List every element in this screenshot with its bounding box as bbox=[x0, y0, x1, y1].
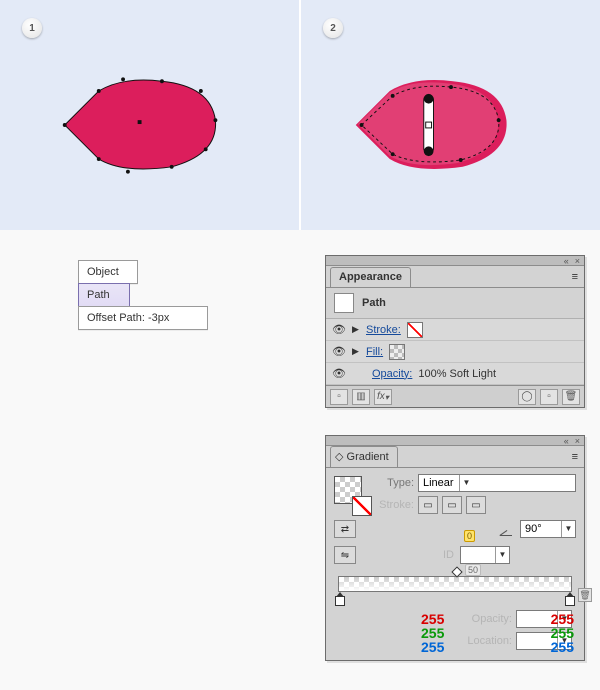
type-label: Type: bbox=[376, 477, 414, 489]
gradient-stop-right[interactable] bbox=[565, 592, 575, 604]
step-badge-2: 2 bbox=[323, 18, 343, 38]
opacity-value: 100% Soft Light bbox=[418, 368, 496, 380]
collapse-icon[interactable]: « bbox=[564, 436, 569, 446]
rgb-right-stop: 255 255 255 bbox=[551, 612, 574, 654]
gradient-stop-left[interactable] bbox=[335, 592, 345, 604]
appearance-tabbar: Appearance ≡ bbox=[326, 266, 584, 288]
panel-controls: « × bbox=[326, 256, 584, 266]
artboard-2[interactable]: 2 bbox=[301, 0, 600, 230]
tab-appearance[interactable]: Appearance bbox=[330, 267, 411, 287]
midpoint-badge: 50 bbox=[465, 564, 481, 576]
artboard-row: 1 2 bbox=[0, 0, 600, 230]
aspect-field[interactable]: 0 ▼ 50 bbox=[460, 546, 510, 564]
clear-button[interactable]: ◯ bbox=[518, 389, 536, 405]
chevron-down-icon[interactable]: ▼ bbox=[459, 475, 473, 491]
chevron-down-icon[interactable]: ▼ bbox=[561, 521, 575, 537]
duplicate-button[interactable]: ▫ bbox=[540, 389, 558, 405]
opacity-label: Opacity: bbox=[472, 613, 512, 625]
rgb-left-stop: 255 255 255 bbox=[421, 612, 444, 654]
angle-input[interactable] bbox=[521, 523, 561, 535]
delete-button[interactable]: 🗑 bbox=[562, 389, 580, 405]
chevron-down-icon[interactable]: ▼ bbox=[495, 547, 509, 563]
gradient-bar[interactable]: 🗑 bbox=[338, 576, 572, 592]
stroke-mode-2[interactable]: ▭ bbox=[442, 496, 462, 514]
aspect-badge: 0 bbox=[464, 530, 475, 542]
appearance-stroke-row[interactable]: 👁 ▶ Stroke: bbox=[326, 319, 584, 341]
close-icon[interactable]: × bbox=[575, 256, 580, 266]
target-label: Path bbox=[362, 297, 386, 309]
fish-shape-2[interactable] bbox=[346, 70, 521, 180]
panel-menu-icon[interactable]: ≡ bbox=[566, 267, 584, 287]
stroke-mode-1[interactable]: ▭ bbox=[418, 496, 438, 514]
collapse-icon[interactable]: « bbox=[564, 256, 569, 266]
expand-icon[interactable]: ▶ bbox=[352, 324, 360, 335]
appearance-fill-row[interactable]: 👁 ▶ Fill: bbox=[326, 341, 584, 363]
angle-icon bbox=[500, 522, 514, 536]
gradient-secondary-swatch[interactable] bbox=[352, 496, 372, 516]
aspect-input[interactable] bbox=[461, 549, 495, 561]
gradient-preview[interactable] bbox=[334, 476, 370, 512]
effects-button[interactable]: fx▾ bbox=[374, 389, 392, 405]
appearance-panel: « × Appearance ≡ Path 👁 ▶ Stroke: 👁 ▶ Fi… bbox=[325, 255, 585, 408]
menu-path-path[interactable]: Path bbox=[78, 283, 130, 307]
artboard-1[interactable]: 1 bbox=[0, 0, 301, 230]
tab-gradient[interactable]: ◇ Gradient bbox=[330, 446, 398, 467]
delete-stop-button[interactable]: 🗑 bbox=[578, 588, 592, 602]
stroke-swatch-none[interactable] bbox=[407, 322, 423, 338]
type-dropdown[interactable]: ▼ bbox=[418, 474, 576, 492]
stroke-link[interactable]: Stroke: bbox=[366, 324, 401, 336]
fill-swatch[interactable] bbox=[389, 344, 405, 360]
menu-path-object[interactable]: Object bbox=[78, 260, 138, 284]
location-label: Location: bbox=[467, 635, 512, 647]
opacity-link[interactable]: Opacity: bbox=[372, 368, 412, 380]
stroke-label: Stroke: bbox=[376, 499, 414, 511]
panel-controls: « × bbox=[326, 436, 584, 446]
step-badge-1: 1 bbox=[22, 18, 42, 38]
stroke-mode-3[interactable]: ▭ bbox=[466, 496, 486, 514]
gradient-panel: « × ◇ Gradient ≡ Type: ▼ Stroke: bbox=[325, 435, 585, 661]
target-thumbnail[interactable] bbox=[334, 293, 354, 313]
type-input[interactable] bbox=[419, 477, 459, 489]
fill-link[interactable]: Fill: bbox=[366, 346, 383, 358]
angle-field[interactable]: ▼ bbox=[520, 520, 576, 538]
expand-icon[interactable]: ▶ bbox=[352, 346, 360, 357]
aspect-icon: ID bbox=[443, 549, 454, 561]
gradient-tabbar: ◇ Gradient ≡ bbox=[326, 446, 584, 468]
appearance-footer: ▫ ▥ fx▾ ◯ ▫ 🗑 bbox=[326, 385, 584, 407]
fish-shape-1[interactable] bbox=[55, 70, 230, 180]
reverse-stops-button[interactable]: ⇋ bbox=[334, 546, 356, 564]
footer-btn-1[interactable]: ▫ bbox=[330, 389, 348, 405]
visibility-icon[interactable]: 👁 bbox=[332, 367, 346, 380]
appearance-target-row: Path bbox=[326, 288, 584, 319]
close-icon[interactable]: × bbox=[575, 436, 580, 446]
reverse-gradient-button[interactable]: ⇄ bbox=[334, 520, 356, 538]
appearance-opacity-row[interactable]: 👁 Opacity: 100% Soft Light bbox=[326, 363, 584, 385]
panel-menu-icon[interactable]: ≡ bbox=[566, 447, 584, 467]
footer-btn-2[interactable]: ▥ bbox=[352, 389, 370, 405]
menu-path-stack: Object Path Offset Path: -3px bbox=[78, 260, 253, 329]
visibility-icon[interactable]: 👁 bbox=[332, 323, 346, 336]
visibility-icon[interactable]: 👁 bbox=[332, 345, 346, 358]
menu-path-offset[interactable]: Offset Path: -3px bbox=[78, 306, 208, 330]
